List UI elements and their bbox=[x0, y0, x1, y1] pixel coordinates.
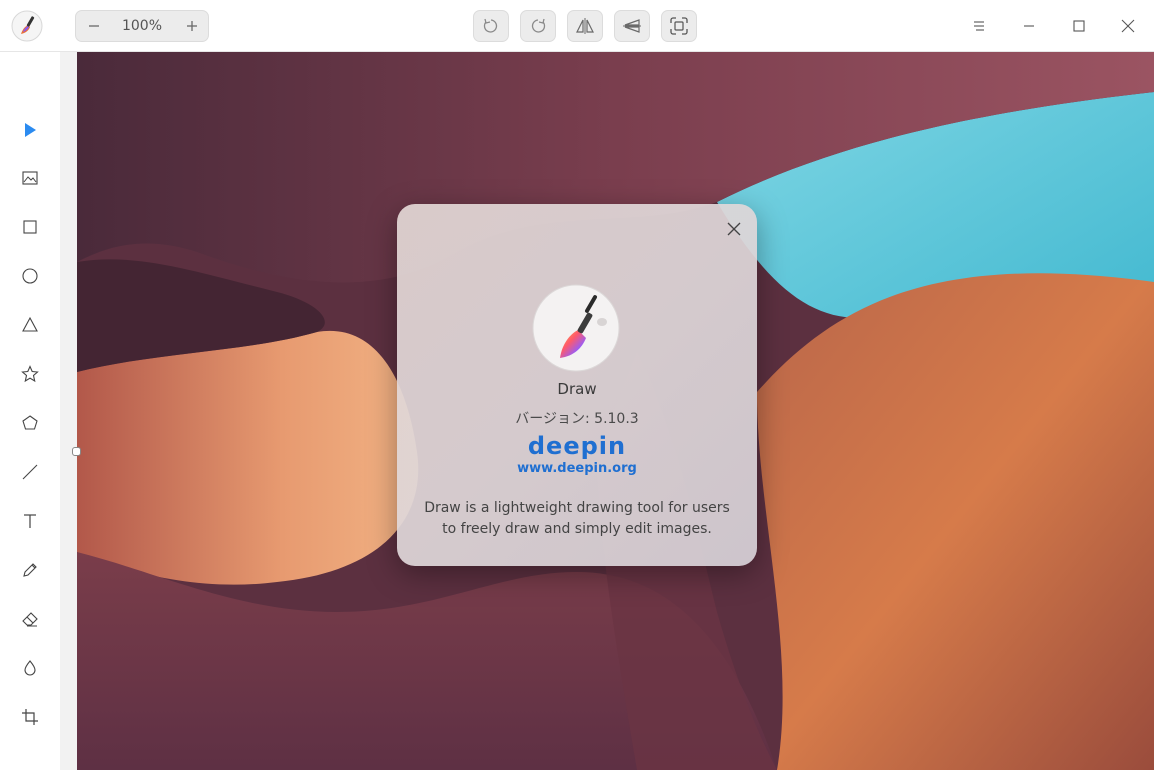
text-tool[interactable] bbox=[14, 505, 46, 537]
minus-icon bbox=[89, 25, 99, 27]
rectangle-tool[interactable] bbox=[14, 211, 46, 243]
eraser-icon bbox=[22, 612, 38, 627]
zoom-control: 100% bbox=[75, 10, 209, 42]
main-menu-button[interactable] bbox=[963, 10, 995, 42]
flip-horizontal-icon bbox=[576, 18, 594, 34]
redo-button[interactable] bbox=[520, 10, 556, 42]
blur-tool[interactable] bbox=[14, 652, 46, 684]
close-icon bbox=[727, 222, 741, 236]
draw-app-logo-icon bbox=[532, 282, 624, 374]
flip-vertical-icon bbox=[623, 19, 641, 33]
menu-icon bbox=[974, 21, 984, 31]
zoom-in-button[interactable] bbox=[174, 11, 210, 41]
close-window-button[interactable] bbox=[1112, 10, 1144, 42]
pencil-tool[interactable] bbox=[14, 554, 46, 586]
app-description: Draw is a lightweight drawing tool for u… bbox=[424, 500, 730, 537]
polygon-tool[interactable] bbox=[14, 407, 46, 439]
plus-icon bbox=[187, 21, 197, 31]
polygon-icon bbox=[22, 415, 38, 430]
pointer-icon bbox=[25, 123, 36, 137]
fit-screen-button[interactable] bbox=[661, 10, 697, 42]
title-bar: 100% bbox=[0, 0, 1154, 52]
line-tool[interactable] bbox=[14, 456, 46, 488]
image-icon bbox=[22, 171, 38, 185]
line-icon bbox=[22, 464, 38, 480]
undo-icon bbox=[483, 18, 498, 33]
triangle-tool[interactable] bbox=[14, 309, 46, 341]
app-version: バージョン: 5.10.3 bbox=[515, 411, 639, 427]
app-name: Draw bbox=[557, 380, 597, 398]
fit-screen-icon bbox=[670, 17, 688, 35]
close-icon bbox=[1121, 19, 1135, 33]
pencil-icon bbox=[23, 563, 37, 577]
deepin-logo: deepin bbox=[527, 432, 627, 460]
text-icon bbox=[24, 514, 36, 528]
triangle-icon bbox=[22, 316, 38, 332]
minimize-button[interactable] bbox=[1013, 10, 1045, 42]
star-tool[interactable] bbox=[14, 358, 46, 390]
undo-button[interactable] bbox=[473, 10, 509, 42]
about-dialog: Draw バージョン: 5.10.3 deepin www.deepin.org… bbox=[397, 204, 757, 566]
image-tool[interactable] bbox=[14, 162, 46, 194]
tool-sidebar bbox=[0, 52, 60, 770]
maximize-icon bbox=[1073, 20, 1085, 32]
redo-icon bbox=[531, 18, 546, 33]
select-tool[interactable] bbox=[14, 114, 46, 146]
zoom-level[interactable]: 100% bbox=[112, 11, 172, 41]
zoom-out-button[interactable] bbox=[76, 11, 112, 41]
dialog-close-button[interactable] bbox=[723, 218, 745, 240]
flip-horizontal-button[interactable] bbox=[567, 10, 603, 42]
drop-icon bbox=[24, 660, 36, 676]
star-icon bbox=[21, 365, 39, 383]
crop-icon bbox=[22, 709, 38, 725]
ellipse-tool[interactable] bbox=[14, 260, 46, 292]
flip-vertical-button[interactable] bbox=[614, 10, 650, 42]
maximize-button[interactable] bbox=[1063, 10, 1095, 42]
resize-handle[interactable] bbox=[72, 447, 81, 456]
minimize-icon bbox=[1024, 25, 1034, 27]
app-logo-icon[interactable] bbox=[11, 10, 43, 42]
rectangle-icon bbox=[23, 220, 37, 234]
website-link[interactable]: www.deepin.org bbox=[397, 461, 757, 476]
eraser-tool[interactable] bbox=[14, 603, 46, 635]
ellipse-icon bbox=[22, 268, 38, 284]
crop-tool[interactable] bbox=[14, 701, 46, 733]
